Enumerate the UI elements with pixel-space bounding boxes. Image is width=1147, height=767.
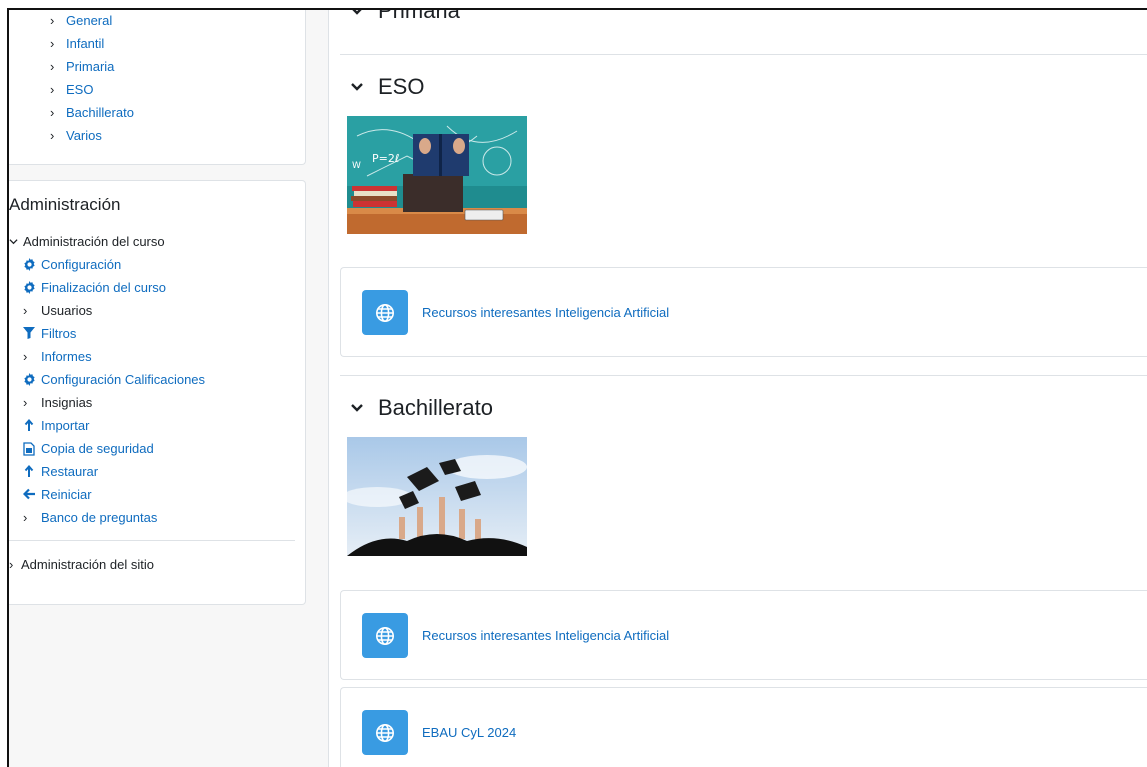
nav-item-label[interactable]: Bachillerato bbox=[66, 105, 134, 120]
gear-icon bbox=[23, 257, 39, 272]
admin-item-label: Insignias bbox=[41, 395, 93, 410]
course-sections-list: › General › Infantil › Primaria › ESO › bbox=[50, 10, 134, 147]
admin-item-reiniciar[interactable]: Reiniciar bbox=[9, 483, 299, 506]
admin-item-restaurar[interactable]: Restaurar bbox=[9, 460, 299, 483]
globe-icon bbox=[362, 290, 408, 335]
chevron-right-icon: › bbox=[50, 105, 55, 120]
activity-url-ia-bachillerato[interactable]: Recursos interesantes Inteligencia Artif… bbox=[340, 590, 1147, 680]
chevron-right-icon: › bbox=[50, 13, 55, 28]
browser-frame: › General › Infantil › Primaria › ESO › bbox=[7, 8, 1147, 767]
globe-icon bbox=[362, 710, 408, 755]
admin-item-label[interactable]: Copia de seguridad bbox=[41, 441, 154, 456]
admin-item-informes[interactable]: › Informes bbox=[9, 345, 299, 368]
admin-item-label[interactable]: Banco de preguntas bbox=[41, 510, 157, 525]
course-admin-toggle[interactable]: Administración del curso bbox=[9, 230, 299, 253]
svg-text:W: W bbox=[352, 161, 361, 171]
chevron-right-icon: › bbox=[50, 36, 55, 51]
site-admin-toggle[interactable]: › Administración del sitio bbox=[9, 553, 299, 576]
nav-item-infantil[interactable]: › Infantil bbox=[50, 32, 134, 55]
chevron-right-icon: › bbox=[23, 395, 28, 410]
nav-item-general[interactable]: › General bbox=[50, 10, 134, 32]
admin-item-label[interactable]: Informes bbox=[41, 349, 92, 364]
section-header-eso[interactable]: ESO bbox=[350, 74, 424, 100]
section-divider bbox=[340, 375, 1147, 376]
admin-item-finalizacion[interactable]: Finalización del curso bbox=[9, 276, 299, 299]
nav-item-label[interactable]: Infantil bbox=[66, 36, 104, 51]
section-title: ESO bbox=[378, 74, 425, 99]
gear-icon bbox=[23, 372, 39, 387]
administration-title: Administración bbox=[9, 195, 121, 214]
activity-url-ia-eso[interactable]: Recursos interesantes Inteligencia Artif… bbox=[340, 267, 1147, 357]
upload-icon bbox=[23, 418, 39, 433]
globe-icon bbox=[362, 613, 408, 658]
admin-item-banco-preguntas[interactable]: › Banco de preguntas bbox=[9, 506, 299, 529]
admin-item-copia-seguridad[interactable]: Copia de seguridad bbox=[9, 437, 299, 460]
admin-item-label[interactable]: Finalización del curso bbox=[41, 280, 166, 295]
course-content: Primaria ESO P=2ℓ W Recursos interesante… bbox=[340, 10, 1147, 767]
svg-text:P=2ℓ: P=2ℓ bbox=[372, 152, 399, 165]
section-header-primaria[interactable]: Primaria bbox=[350, 8, 460, 24]
admin-item-label[interactable]: Importar bbox=[41, 418, 89, 433]
section-divider bbox=[340, 54, 1147, 55]
nav-item-label[interactable]: General bbox=[66, 13, 112, 28]
admin-item-insignias[interactable]: › Insignias bbox=[9, 391, 299, 414]
section-header-bachillerato[interactable]: Bachillerato bbox=[350, 395, 493, 421]
admin-item-configuracion[interactable]: Configuración bbox=[9, 253, 299, 276]
chevron-right-icon: › bbox=[50, 128, 55, 143]
file-backup-icon bbox=[23, 441, 39, 456]
chevron-down-icon bbox=[350, 82, 378, 92]
administration-tree: Administración del curso Configuración F… bbox=[9, 230, 299, 576]
left-sidebar: › General › Infantil › Primaria › ESO › bbox=[9, 10, 329, 767]
nav-item-label[interactable]: ESO bbox=[66, 82, 93, 97]
admin-item-label[interactable]: Reiniciar bbox=[41, 487, 92, 502]
course-admin-label: Administración del curso bbox=[23, 234, 165, 249]
course-navigation-card: › General › Infantil › Primaria › ESO › bbox=[9, 10, 306, 165]
section-title: Bachillerato bbox=[378, 395, 493, 420]
nav-item-bachillerato[interactable]: › Bachillerato bbox=[50, 101, 134, 124]
nav-item-label[interactable]: Varios bbox=[66, 128, 102, 143]
upload-icon bbox=[23, 464, 39, 479]
chevron-right-icon: › bbox=[23, 303, 28, 318]
nav-item-eso[interactable]: › ESO bbox=[50, 78, 134, 101]
admin-item-importar[interactable]: Importar bbox=[9, 414, 299, 437]
chevron-right-icon: › bbox=[9, 557, 14, 572]
admin-item-label[interactable]: Restaurar bbox=[41, 464, 98, 479]
section-image-bachillerato bbox=[347, 437, 527, 556]
gear-icon bbox=[23, 280, 39, 295]
filter-icon bbox=[23, 326, 39, 341]
admin-item-config-calificaciones[interactable]: Configuración Calificaciones bbox=[9, 368, 299, 391]
admin-item-label[interactable]: Configuración bbox=[41, 257, 121, 272]
chevron-right-icon: › bbox=[50, 82, 55, 97]
chevron-down-icon bbox=[350, 10, 378, 16]
admin-item-filtros[interactable]: Filtros bbox=[9, 322, 299, 345]
admin-item-label[interactable]: Configuración Calificaciones bbox=[41, 372, 205, 387]
chevron-down-icon bbox=[9, 237, 23, 246]
admin-item-label[interactable]: Filtros bbox=[41, 326, 76, 341]
activity-link[interactable]: Recursos interesantes Inteligencia Artif… bbox=[422, 305, 669, 320]
activity-link[interactable]: Recursos interesantes Inteligencia Artif… bbox=[422, 628, 669, 643]
divider bbox=[9, 540, 295, 541]
site-admin-label: Administración del sitio bbox=[21, 557, 154, 572]
admin-item-label: Usuarios bbox=[41, 303, 93, 318]
nav-item-varios[interactable]: › Varios bbox=[50, 124, 134, 147]
chevron-right-icon: › bbox=[50, 59, 55, 74]
chevron-right-icon: › bbox=[23, 510, 28, 525]
chevron-down-icon bbox=[350, 403, 378, 413]
activity-url-ebau[interactable]: EBAU CyL 2024 bbox=[340, 687, 1147, 767]
section-image-eso: P=2ℓ W bbox=[347, 116, 527, 234]
administration-card: Administración Administración del curso … bbox=[9, 180, 306, 605]
nav-item-label[interactable]: Primaria bbox=[66, 59, 114, 74]
chevron-right-icon: › bbox=[23, 349, 28, 364]
arrow-left-icon bbox=[22, 488, 39, 502]
section-title: Primaria bbox=[378, 8, 460, 23]
admin-item-usuarios[interactable]: › Usuarios bbox=[9, 299, 299, 322]
activity-link[interactable]: EBAU CyL 2024 bbox=[422, 725, 516, 740]
nav-item-primaria[interactable]: › Primaria bbox=[50, 55, 134, 78]
